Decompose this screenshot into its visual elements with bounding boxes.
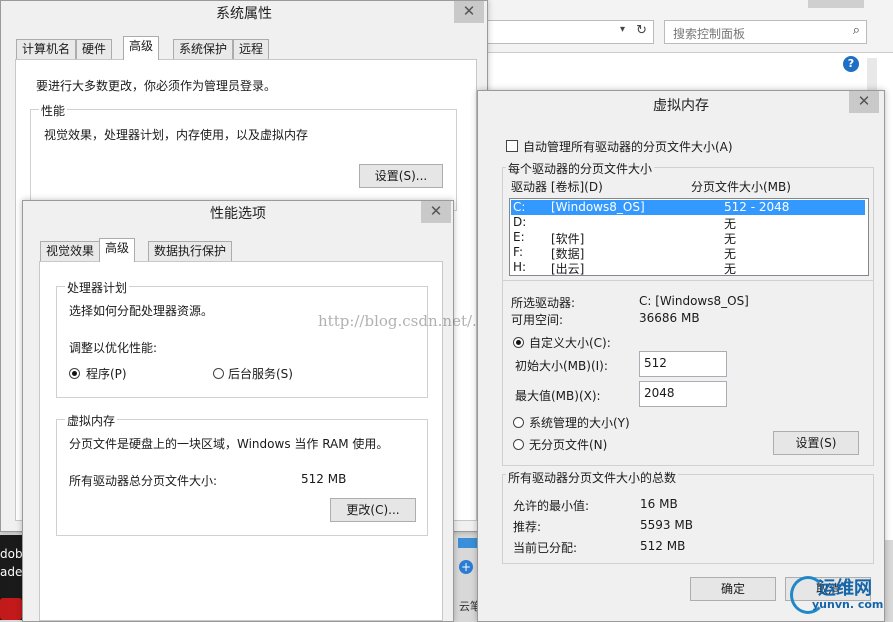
drive-letter: E: <box>513 230 525 244</box>
auto-manage-label[interactable]: 自动管理所有驱动器的分页文件大小(A) <box>523 138 733 155</box>
min-allowed-label: 允许的最小值: <box>513 499 590 513</box>
drive-letter: C: <box>513 200 526 214</box>
performance-options-window: 性能选项 ✕ 视觉效果 高级 数据执行保护 处理器计划 选择如何分配处理器资源。… <box>22 200 454 622</box>
table-row[interactable]: C: [Windows8_OS] 512 - 2048 <box>510 200 866 215</box>
per-drive-group-title: 每个驱动器的分页文件大小 <box>506 160 655 177</box>
explorer-top-button[interactable] <box>808 0 864 8</box>
site-logo: 运维网 yunvn. com <box>790 574 890 616</box>
recommended-label: 推荐: <box>513 520 542 534</box>
per-drive-group: 每个驱动器的分页文件大小 驱动器 [卷标](D) 分页文件大小(MB) C: [… <box>502 160 874 281</box>
total-paging-value: 512 MB <box>301 472 347 486</box>
search-placeholder: 搜索控制面板 <box>673 27 746 41</box>
tab-advanced[interactable]: 高级 <box>123 36 160 60</box>
selected-drive-group: 所选驱动器: C: [Windows8_OS] 可用空间: 36686 MB 自… <box>502 281 874 466</box>
tab-advanced[interactable]: 高级 <box>99 238 136 262</box>
table-row[interactable]: E: [软件] 无 <box>510 230 866 246</box>
virtual-memory-window: 虚拟内存 ✕ 自动管理所有驱动器的分页文件大小(A) 每个驱动器的分页文件大小 … <box>477 90 885 622</box>
performance-settings-button[interactable]: 设置(S)... <box>359 164 443 188</box>
change-button[interactable]: 更改(C)... <box>330 498 416 522</box>
address-bar[interactable]: ▾ ↻ <box>486 20 654 44</box>
totals-group: 所有驱动器分页文件大小的总数 允许的最小值: 16 MB 推荐: 5593 MB… <box>502 469 874 564</box>
performance-options-title: 性能选项 <box>23 201 453 229</box>
logo-text-cn: 运维网 <box>818 578 872 599</box>
initial-size-input[interactable]: 512 <box>639 351 727 377</box>
system-properties-title: 系统属性 <box>1 1 487 29</box>
programs-radio[interactable] <box>69 368 80 379</box>
tab-computer-name[interactable]: 计算机名 <box>16 39 77 60</box>
custom-size-radio[interactable] <box>513 337 524 348</box>
selected-drive-value: C: [Windows8_OS] <box>639 294 749 308</box>
tab-hardware[interactable]: 硬件 <box>76 39 113 60</box>
table-row[interactable]: F: [数据] 无 <box>510 245 866 261</box>
performance-group: 性能 视觉效果，处理器计划，内存使用，以及虚拟内存 设置(S)... <box>30 102 457 211</box>
system-managed-label[interactable]: 系统管理的大小(Y) <box>529 414 630 431</box>
background-services-radio[interactable] <box>213 368 224 379</box>
search-input[interactable]: 搜索控制面板 ⌕ <box>664 20 867 44</box>
drive-letter: F: <box>513 245 524 259</box>
performance-description: 视觉效果，处理器计划，内存使用，以及虚拟内存 <box>44 128 309 142</box>
virtual-memory-group: 虚拟内存 分页文件是硬盘上的一块区域，Windows 当作 RAM 使用。 所有… <box>56 412 428 536</box>
background-services-radio-label[interactable]: 后台服务(S) <box>228 365 293 382</box>
plus-icon[interactable]: + <box>459 560 473 574</box>
tab-remote[interactable]: 远程 <box>233 39 270 60</box>
no-paging-label[interactable]: 无分页文件(N) <box>529 436 607 453</box>
column-size: 分页文件大小(MB) <box>691 180 791 194</box>
bg-text-left1: dob <box>0 547 23 561</box>
auto-manage-checkbox[interactable] <box>506 140 518 152</box>
tab-system-protection[interactable]: 系统保护 <box>173 39 234 60</box>
app-icon[interactable] <box>0 598 22 620</box>
logo-text-url: yunvn. com <box>812 598 884 611</box>
virtual-memory-title: 虚拟内存 <box>65 412 118 429</box>
virtual-memory-description: 分页文件是硬盘上的一块区域，Windows 当作 RAM 使用。 <box>69 437 389 451</box>
virtual-memory-title: 虚拟内存 <box>478 91 884 125</box>
initial-size-label: 初始大小(MB)(I): <box>515 359 608 373</box>
table-row[interactable]: H: [出云] 无 <box>510 260 866 276</box>
total-paging-label: 所有驱动器总分页文件大小: <box>69 474 218 488</box>
totals-group-title: 所有驱动器分页文件大小的总数 <box>506 469 679 486</box>
programs-radio-label[interactable]: 程序(P) <box>86 365 127 382</box>
tab-dep[interactable]: 数据执行保护 <box>148 241 233 262</box>
set-button[interactable]: 设置(S) <box>773 431 859 455</box>
system-managed-radio[interactable] <box>513 417 524 428</box>
performance-options-tabs: 视觉效果 高级 数据执行保护 <box>40 238 440 262</box>
chevron-down-icon[interactable]: ▾ <box>620 24 625 35</box>
close-icon[interactable]: ✕ <box>421 201 451 223</box>
drive-label: [Windows8_OS] <box>551 200 645 214</box>
ok-button[interactable]: 确定 <box>690 577 776 601</box>
max-size-label: 最大值(MB)(X): <box>515 389 601 403</box>
close-icon[interactable]: ✕ <box>454 1 484 23</box>
free-space-value: 36686 MB <box>639 311 700 325</box>
close-icon[interactable]: ✕ <box>849 91 879 113</box>
processor-scheduling-group: 处理器计划 选择如何分配处理器资源。 调整以优化性能: 程序(P) 后台服务(S… <box>56 279 428 398</box>
drive-label: [出云] <box>551 262 585 276</box>
drive-list[interactable]: C: [Windows8_OS] 512 - 2048 D: 无 E: [软件]… <box>509 198 869 276</box>
max-size-input[interactable]: 2048 <box>639 381 727 407</box>
table-row[interactable]: D: 无 <box>510 215 866 231</box>
allocated-value: 512 MB <box>640 539 686 553</box>
processor-scheduling-title: 处理器计划 <box>65 279 130 296</box>
admin-note: 要进行大多数更改，你必须作为管理员登录。 <box>36 79 277 93</box>
drive-size: 无 <box>724 262 737 276</box>
refresh-icon[interactable]: ↻ <box>636 23 647 38</box>
recommended-value: 5593 MB <box>640 518 693 532</box>
tab-visual-effects[interactable]: 视觉效果 <box>40 241 101 262</box>
allocated-label: 当前已分配: <box>513 541 578 555</box>
no-paging-radio[interactable] <box>513 439 524 450</box>
drive-size: 512 - 2048 <box>724 200 790 214</box>
selected-drive-label: 所选驱动器: <box>511 296 576 310</box>
min-allowed-value: 16 MB <box>640 497 678 511</box>
processor-scheduling-description: 选择如何分配处理器资源。 <box>69 304 214 318</box>
search-icon[interactable]: ⌕ <box>853 23 860 38</box>
performance-group-title: 性能 <box>39 102 68 119</box>
free-space-label: 可用空间: <box>511 313 564 327</box>
drive-letter: H: <box>513 260 527 274</box>
help-icon[interactable]: ? <box>843 56 859 72</box>
column-drive: 驱动器 [卷标](D) <box>511 180 603 194</box>
system-properties-tabs: 计算机名 硬件 高级 系统保护 远程 <box>16 36 476 60</box>
drive-letter: D: <box>513 215 527 229</box>
custom-size-label[interactable]: 自定义大小(C): <box>529 334 611 351</box>
optimize-label: 调整以优化性能: <box>69 341 158 355</box>
